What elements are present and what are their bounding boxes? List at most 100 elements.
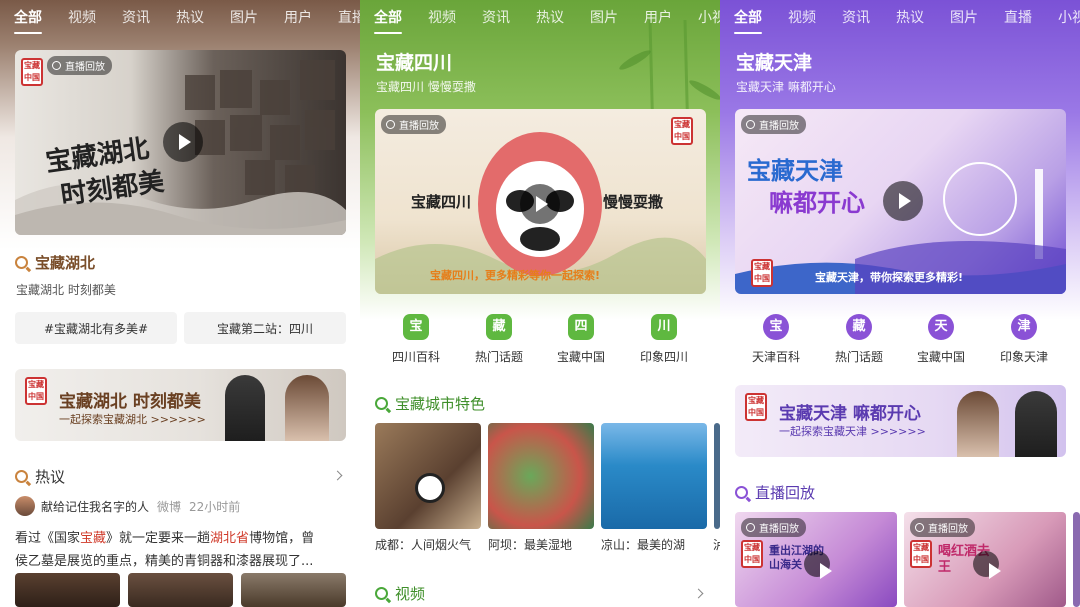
avatar[interactable] bbox=[15, 496, 35, 516]
page-subtitle: 宝藏四川 慢慢耍撒 bbox=[376, 80, 476, 94]
tab-video[interactable]: 视频 bbox=[428, 7, 456, 27]
play-icon[interactable] bbox=[883, 181, 923, 221]
card-caption: 阿坝：最美湿地 bbox=[488, 538, 573, 552]
post-text-line2[interactable]: 侯乙墓是展览的重点，精美的青铜器和漆器展现了... bbox=[15, 550, 313, 569]
treasure-china-seal: 宝藏 中国 bbox=[671, 117, 693, 145]
treasure-china-seal: 宝藏 中国 bbox=[751, 259, 773, 287]
tab-discussion[interactable]: 热议 bbox=[536, 7, 564, 27]
live-card-1[interactable]: 直播回放 宝藏 中国 重出江湖的山海关 bbox=[735, 512, 897, 607]
tab-discussion[interactable]: 热议 bbox=[896, 7, 924, 27]
banner-line1: 宝藏天津 bbox=[747, 157, 843, 185]
icon-tianjin-wiki[interactable]: 宝 天津百科 bbox=[736, 314, 816, 365]
host-portrait-2 bbox=[1015, 391, 1057, 457]
hubei-promo-banner[interactable]: 宝藏 中国 宝藏湖北 时刻都美 一起探索宝藏湖北 >>>>>> bbox=[15, 369, 346, 441]
tab-news[interactable]: 资讯 bbox=[122, 7, 150, 27]
page-title: 宝藏天津 bbox=[736, 52, 813, 74]
sichuan-banner[interactable]: 宝藏 中国 直播回放 宝藏四川 慢慢耍撒 宝藏四川，更多精彩等你一起探索! bbox=[375, 109, 706, 294]
banner-line2: 嘛都开心 bbox=[769, 189, 865, 217]
tianjin-banner[interactable]: 直播回放 宝藏天津 嘛都开心 宝藏 中国 宝藏天津，带你探索更多精彩! bbox=[735, 109, 1066, 294]
tianjin-promo-banner[interactable]: 宝藏 中国 宝藏天津 嘛都开心 一起探索宝藏天津 >>>>>> bbox=[735, 385, 1066, 457]
banner-tagline: 宝藏天津，带你探索更多精彩! bbox=[815, 271, 964, 284]
page-title: 宝藏四川 bbox=[376, 52, 453, 74]
play-icon[interactable] bbox=[973, 551, 1001, 579]
icon-impression-tianjin[interactable]: 津 印象天津 bbox=[984, 314, 1064, 365]
magnifier-icon bbox=[15, 470, 28, 483]
hubei-subtitle: 宝藏湖北 时刻都美 bbox=[16, 283, 116, 297]
section-city-features: 宝藏城市特色 bbox=[375, 393, 485, 414]
treasure-china-seal: 宝藏 中国 bbox=[21, 58, 43, 86]
tab-news[interactable]: 资讯 bbox=[482, 7, 510, 27]
tab-live[interactable]: 直播 bbox=[1004, 7, 1032, 27]
section-hubei: 宝藏湖北 bbox=[15, 252, 95, 273]
tab-video[interactable]: 视频 bbox=[68, 7, 96, 27]
post-username[interactable]: 献给记住我名字的人 bbox=[41, 498, 149, 515]
section-live-replay: 直播回放 bbox=[735, 482, 815, 503]
post-image-3[interactable] bbox=[241, 573, 346, 607]
post-time: 22小时前 bbox=[189, 499, 241, 514]
post-image-2[interactable] bbox=[128, 573, 233, 607]
tab-live[interactable]: 直播 bbox=[338, 7, 360, 27]
tab-users[interactable]: 用户 bbox=[284, 7, 312, 27]
tab-video[interactable]: 视频 bbox=[788, 7, 816, 27]
icon-treasure-china[interactable]: 四 宝藏中国 bbox=[541, 314, 621, 365]
tab-bar: 全部 视频 资讯 热议 图片 用户 直播 bbox=[0, 0, 360, 34]
icon-hot-topics[interactable]: 藏 热门话题 bbox=[819, 314, 899, 365]
section-hot: 热议 bbox=[15, 466, 65, 487]
tab-images[interactable]: 图片 bbox=[230, 7, 258, 27]
topic-pill-sichuan[interactable]: 宝藏第二站：四川 bbox=[184, 312, 346, 344]
live-replay-badge: 直播回放 bbox=[381, 115, 446, 134]
banner-right-text: 慢慢耍撒 bbox=[603, 193, 664, 211]
icon-sichuan-wiki[interactable]: 宝 四川百科 bbox=[376, 314, 456, 365]
page-subtitle: 宝藏天津 嘛都开心 bbox=[736, 80, 836, 94]
city-card-liangshan[interactable] bbox=[601, 423, 707, 529]
tab-users[interactable]: 用户 bbox=[644, 7, 672, 27]
hubei-banner[interactable]: 宝藏 中国 直播回放 宝藏湖北 时刻都美 bbox=[15, 50, 346, 235]
tab-news[interactable]: 资讯 bbox=[842, 7, 870, 27]
panel-tianjin: 全部 视频 资讯 热议 图片 直播 小视 宝藏天津 宝藏天津 嘛都开心 直播回放… bbox=[720, 0, 1080, 607]
city-card-aba[interactable] bbox=[488, 423, 594, 529]
replay-icon bbox=[746, 120, 755, 129]
post-meta: 献给记住我名字的人 微博 22小时前 bbox=[15, 496, 240, 516]
post-text-line1[interactable]: 看过《国家宝藏》就一定要来一趟湖北省博物馆，曾 bbox=[15, 527, 314, 546]
topic-pill-hubei[interactable]: #宝藏湖北有多美# bbox=[15, 312, 177, 344]
magnifier-icon bbox=[735, 486, 748, 499]
treasure-china-seal: 宝藏 中国 bbox=[910, 540, 932, 568]
banner-tagline: 宝藏四川，更多精彩等你一起探索! bbox=[430, 269, 601, 282]
replay-icon bbox=[52, 61, 61, 70]
tab-images[interactable]: 图片 bbox=[590, 7, 618, 27]
tab-images[interactable]: 图片 bbox=[950, 7, 978, 27]
play-icon[interactable] bbox=[520, 184, 560, 224]
icon-impression-sichuan[interactable]: 川 印象四川 bbox=[624, 314, 704, 365]
tab-all[interactable]: 全部 bbox=[734, 7, 762, 34]
host-portrait-1 bbox=[225, 375, 265, 441]
tab-short-video[interactable]: 小视 bbox=[1058, 7, 1080, 27]
live-card-2[interactable]: 直播回放 宝藏 中国 喝红酒去王 bbox=[904, 512, 1066, 607]
live-replay-badge: 直播回放 bbox=[910, 518, 975, 537]
play-icon[interactable] bbox=[163, 122, 203, 162]
card-caption: 成都：人间烟火气 bbox=[375, 538, 472, 552]
icon-hot-topics[interactable]: 藏 热门话题 bbox=[459, 314, 539, 365]
city-card-chengdu[interactable] bbox=[375, 423, 481, 529]
panda-icon bbox=[415, 473, 445, 503]
chevron-right-icon[interactable] bbox=[693, 588, 704, 599]
play-icon[interactable] bbox=[804, 551, 832, 579]
live-replay-badge: 直播回放 bbox=[741, 518, 806, 537]
magnifier-icon bbox=[15, 256, 28, 269]
card-caption: 凉山：最美的湖 bbox=[601, 538, 686, 552]
tab-discussion[interactable]: 热议 bbox=[176, 7, 204, 27]
tab-all[interactable]: 全部 bbox=[374, 7, 402, 34]
host-portrait-2 bbox=[285, 375, 329, 441]
icon-treasure-china[interactable]: 天 宝藏中国 bbox=[901, 314, 981, 365]
magnifier-icon bbox=[375, 397, 388, 410]
post-image-1[interactable] bbox=[15, 573, 120, 607]
promo-subtitle: 一起探索宝藏天津 >>>>>> bbox=[779, 425, 926, 438]
replay-icon bbox=[915, 523, 924, 532]
chevron-right-icon[interactable] bbox=[332, 470, 343, 481]
treasure-china-seal: 宝藏 中国 bbox=[745, 393, 767, 421]
tab-short-video[interactable]: 小视 bbox=[698, 7, 720, 27]
treasure-china-seal: 宝藏 中国 bbox=[741, 540, 763, 568]
live-card-partial[interactable] bbox=[1073, 512, 1080, 607]
replay-icon bbox=[386, 120, 395, 129]
tab-all[interactable]: 全部 bbox=[14, 7, 42, 34]
live-replay-badge: 直播回放 bbox=[741, 115, 806, 134]
